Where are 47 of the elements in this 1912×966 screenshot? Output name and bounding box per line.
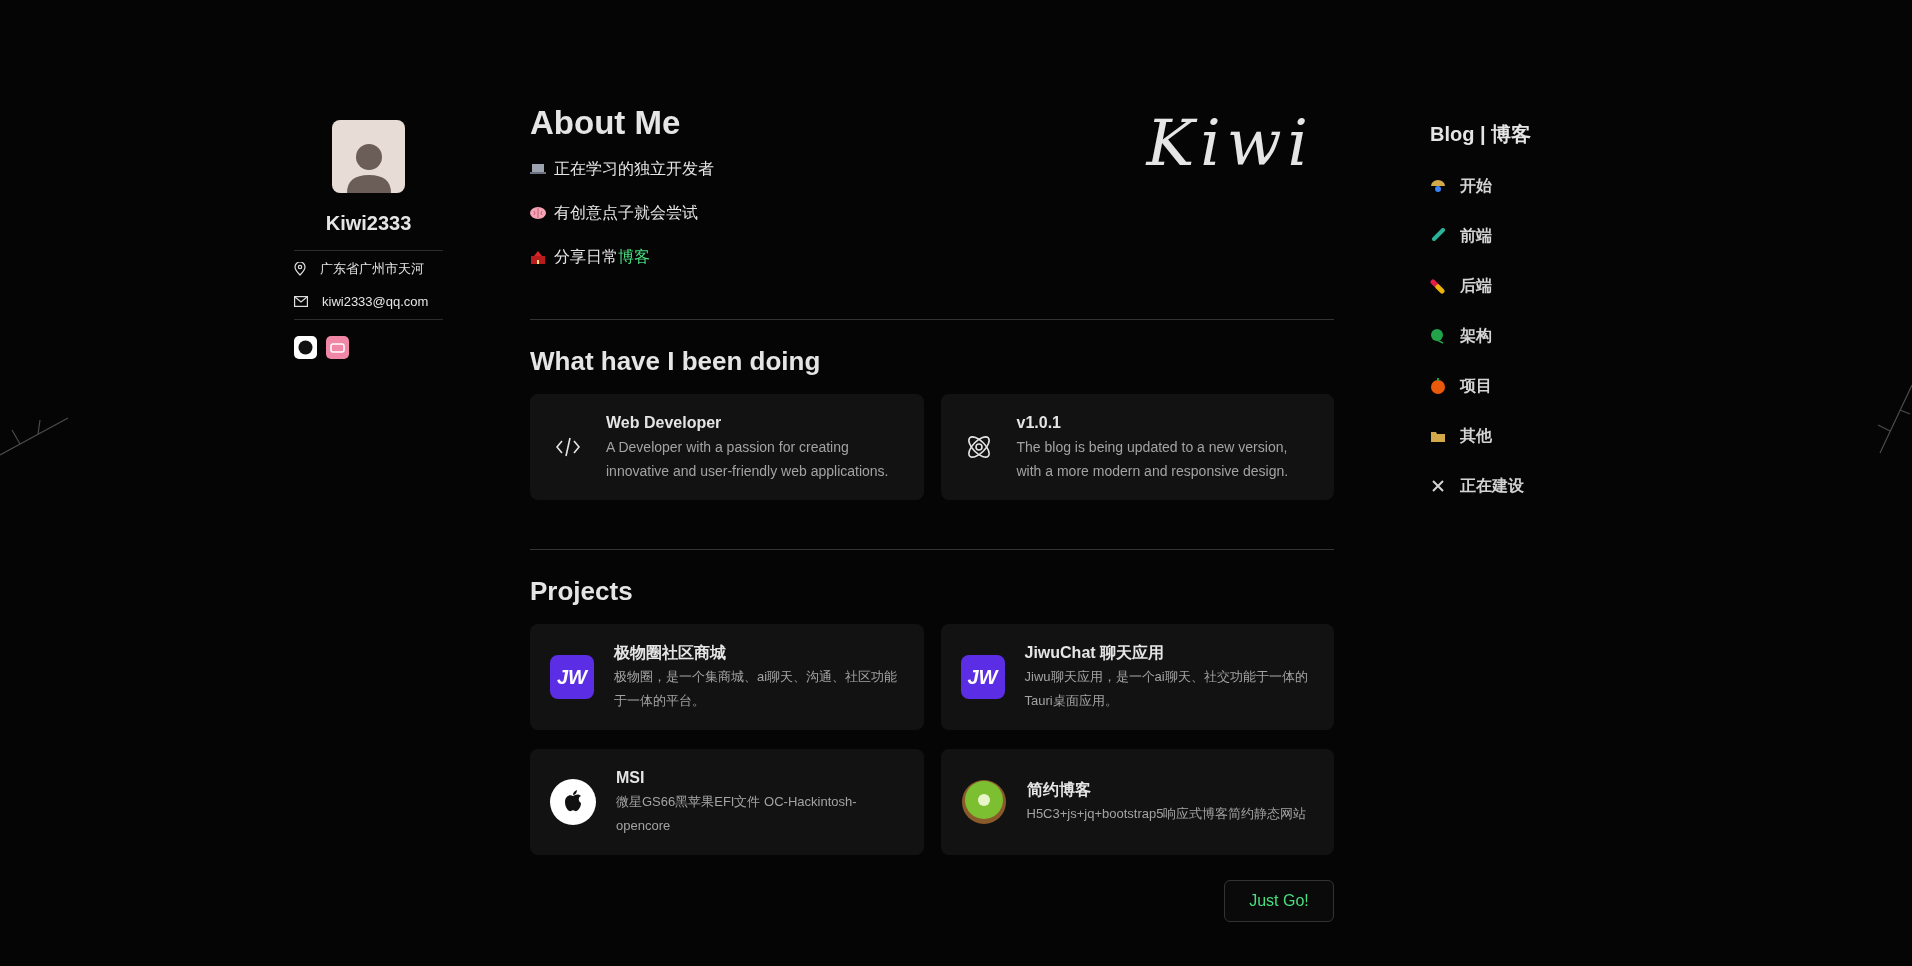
blog-menu-item[interactable]: 前端 bbox=[1430, 224, 1532, 248]
blog-menu-item[interactable]: 项目 bbox=[1430, 374, 1532, 398]
project-description: H5C3+js+jq+bootstrap5响应式博客简约静态网站 bbox=[1026, 805, 1307, 823]
project-description: Jiwu聊天应用，是一个ai聊天、社交功能于一体的Tauri桌面应用。 bbox=[1024, 668, 1309, 710]
app-logo: JW bbox=[550, 655, 594, 699]
signature-logo: Kiwi bbox=[1146, 105, 1314, 182]
just-go-button[interactable]: Just Go! bbox=[1224, 880, 1334, 922]
location-text: 广东省广州市天河 bbox=[320, 260, 424, 278]
about-text: 正在学习的独立开发者 bbox=[554, 159, 714, 179]
blog-menu-item[interactable]: 架构 bbox=[1430, 324, 1532, 348]
blog-menu-item[interactable]: 开始 bbox=[1430, 174, 1532, 198]
blog-menu-item[interactable]: 后端 bbox=[1430, 274, 1532, 298]
about-text: 分享日常博客 bbox=[554, 247, 650, 267]
apple-logo-icon bbox=[550, 779, 596, 825]
brain-icon bbox=[530, 206, 546, 220]
section-title: Projects bbox=[530, 575, 634, 608]
app-logo: JW bbox=[960, 655, 1005, 699]
blog-title: Blog | 博客 bbox=[1430, 122, 1532, 147]
pill-icon bbox=[1430, 278, 1446, 294]
project-description: 极物圈，是一个集商城、ai聊天、沟通、社区功能于一体的平台。 bbox=[614, 668, 899, 710]
card-description: The blog is being updated to a new version, with a more modern and responsive design. bbox=[1016, 438, 1290, 481]
tv-icon[interactable] bbox=[326, 336, 349, 359]
test-tube-icon bbox=[1430, 228, 1446, 244]
email-link[interactable]: kiwi2333@qq.com bbox=[322, 291, 429, 311]
project-title: 极物圈社区商城 bbox=[614, 643, 727, 663]
profile-name: Kiwi2333 bbox=[324, 211, 413, 236]
card-title: Web Developer bbox=[606, 413, 723, 433]
card-title: v1.0.1 bbox=[1016, 413, 1062, 433]
project-description: 微星GS66黑苹果EFI文件 OC-Hackintosh-opencore bbox=[616, 793, 858, 835]
blog-menu-item[interactable]: 其他 bbox=[1430, 424, 1532, 448]
laptop-icon bbox=[530, 162, 546, 176]
project-title: 简约博客 bbox=[1026, 780, 1092, 800]
about-text: 有创意点子就会尝试 bbox=[554, 203, 698, 223]
kiwi-fruit-icon bbox=[960, 779, 1007, 825]
location-pin-icon bbox=[294, 261, 306, 276]
project-title: MSI bbox=[616, 768, 646, 788]
pumpkin-icon bbox=[1430, 378, 1446, 394]
folder-icon bbox=[1430, 429, 1446, 443]
project-title: JiwuChat 聊天应用 bbox=[1024, 643, 1166, 663]
blog-link[interactable]: 博客 bbox=[618, 248, 650, 265]
card-description: A Developer with a passion for creating innovative and user-friendly web applications. bbox=[606, 438, 890, 481]
mail-icon bbox=[294, 295, 308, 307]
building-icon bbox=[530, 250, 546, 264]
code-icon bbox=[555, 435, 581, 459]
section-title: About Me bbox=[530, 103, 682, 143]
blog-menu-item[interactable]: 正在建设 bbox=[1430, 474, 1532, 498]
section-title: What have I been doing bbox=[530, 345, 822, 378]
